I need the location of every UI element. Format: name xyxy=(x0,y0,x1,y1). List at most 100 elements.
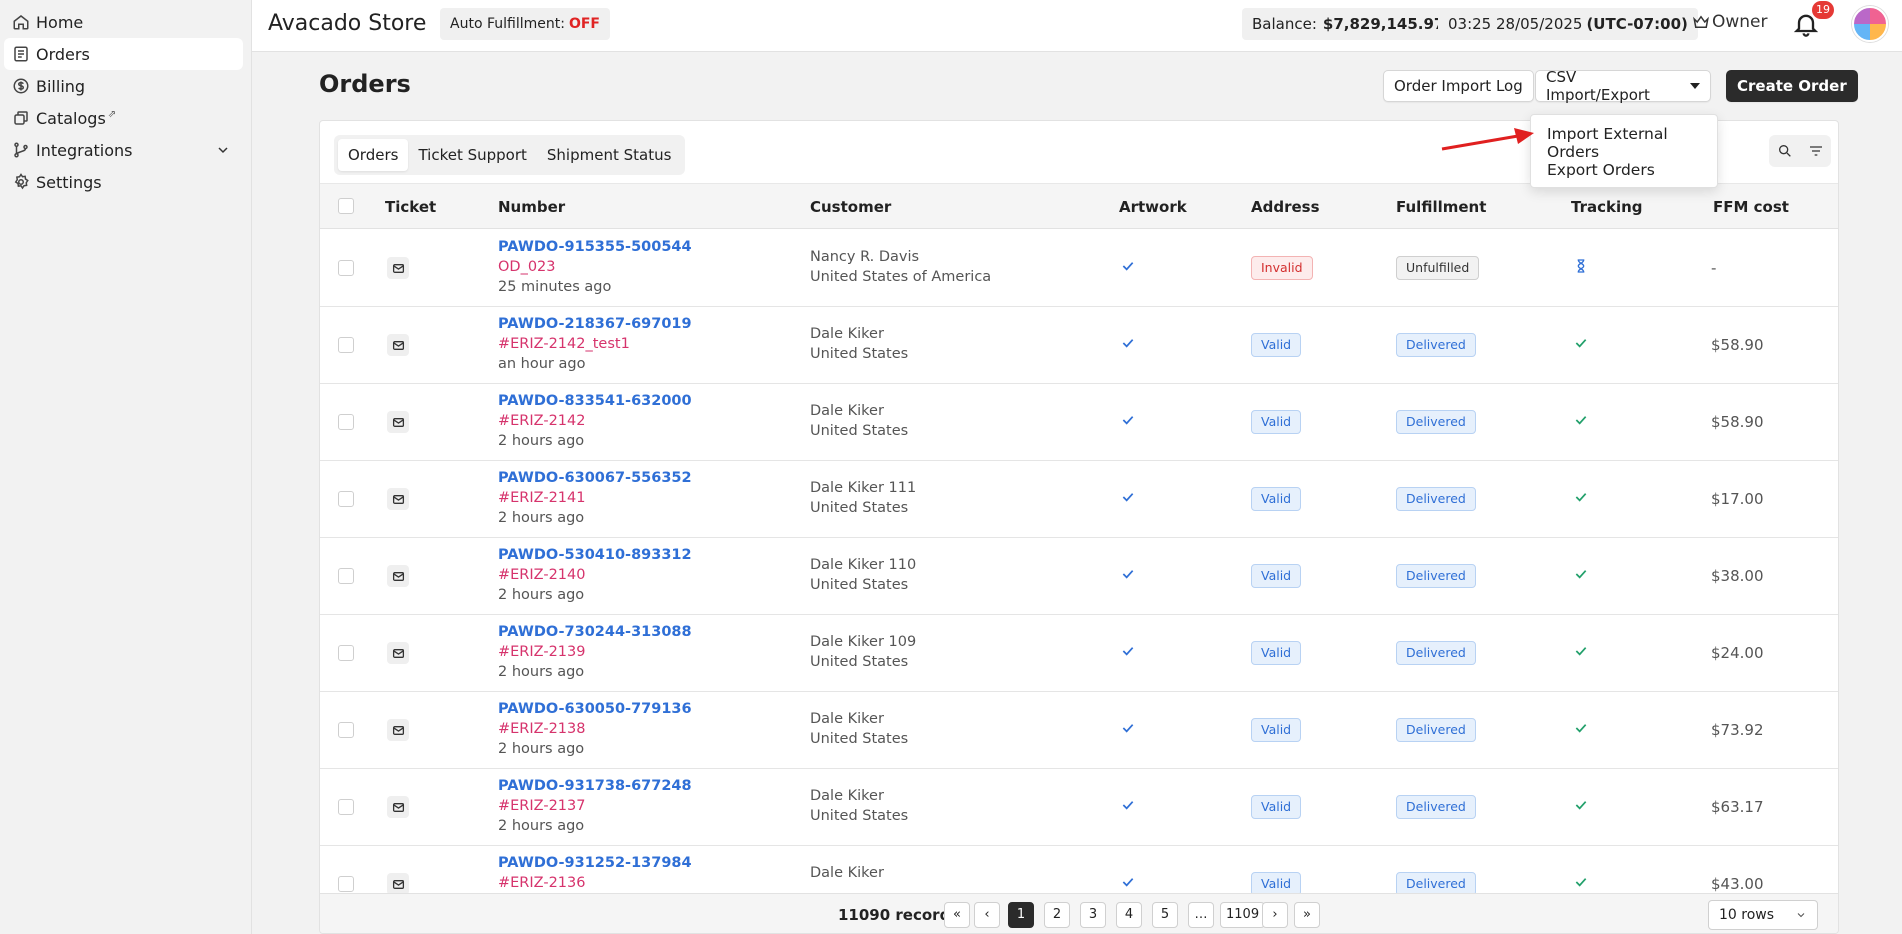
orders-card: Orders Ticket Support Shipment Status Ti… xyxy=(319,120,1839,934)
export-orders-item[interactable]: Export Orders xyxy=(1547,161,1655,179)
row-checkbox[interactable] xyxy=(338,799,354,815)
page-button-1[interactable]: 1 xyxy=(1008,902,1034,928)
page-title: Orders xyxy=(319,70,411,98)
tab-shipment-status[interactable]: Shipment Status xyxy=(537,139,682,171)
column-header-ticket: Ticket xyxy=(385,198,437,216)
table-row[interactable]: PAWDO-833541-632000 #ERIZ-2142 2 hours ago… xyxy=(320,384,1838,461)
tracking-check-icon[interactable] xyxy=(1573,566,1589,582)
order-number-link[interactable]: PAWDO-931738-677248 xyxy=(498,776,692,796)
page-button-2[interactable]: 2 xyxy=(1044,902,1070,928)
tracking-check-icon[interactable] xyxy=(1573,874,1589,890)
customer-cell: Dale Kiker United States xyxy=(810,401,908,441)
table-row[interactable]: PAWDO-630067-556352 #ERIZ-2141 2 hours ago… xyxy=(320,461,1838,538)
order-number-cell: PAWDO-630067-556352 #ERIZ-2141 2 hours ago xyxy=(498,468,692,528)
csv-import-export-button[interactable]: CSV Import/Export xyxy=(1535,68,1711,104)
import-external-orders-item[interactable]: Import External Orders xyxy=(1547,125,1717,161)
tracking-check-icon[interactable] xyxy=(1573,720,1589,736)
select-all-checkbox[interactable] xyxy=(338,198,354,214)
tracking-check-icon[interactable] xyxy=(1573,797,1589,813)
tracking-check-icon[interactable] xyxy=(1573,412,1589,428)
row-checkbox[interactable] xyxy=(338,337,354,353)
table-row[interactable]: PAWDO-730244-313088 #ERIZ-2139 2 hours ago… xyxy=(320,615,1838,692)
top-header: Avacado Store Auto Fulfillment: OFF Bala… xyxy=(252,0,1902,52)
table-row[interactable]: PAWDO-931738-677248 #ERIZ-2137 2 hours ago… xyxy=(320,769,1838,846)
tracking-check-icon[interactable] xyxy=(1573,335,1589,351)
last-page-button[interactable]: » xyxy=(1294,902,1320,928)
order-number-cell: PAWDO-530410-893312 #ERIZ-2140 2 hours ago xyxy=(498,545,692,605)
page-button-3[interactable]: 3 xyxy=(1080,902,1106,928)
customer-cell: Nancy R. Davis United States of America xyxy=(810,247,991,287)
mail-icon[interactable] xyxy=(387,642,409,664)
sidebar-item-catalogs[interactable]: Catalogs ⇗ xyxy=(4,102,243,134)
mail-icon[interactable] xyxy=(387,873,409,895)
page-button-5[interactable]: 5 xyxy=(1152,902,1178,928)
row-checkbox[interactable] xyxy=(338,876,354,892)
order-reference: #ERIZ-2140 xyxy=(498,567,586,583)
column-header-tracking: Tracking xyxy=(1571,198,1643,216)
sidebar-item-integrations[interactable]: Integrations xyxy=(4,134,243,166)
page-button-4[interactable]: 4 xyxy=(1116,902,1142,928)
first-page-button[interactable]: « xyxy=(944,902,970,928)
table-row[interactable]: PAWDO-530410-893312 #ERIZ-2140 2 hours ago… xyxy=(320,538,1838,615)
chevron-down-icon[interactable] xyxy=(215,142,231,158)
rows-per-page-select[interactable]: 10 rows xyxy=(1708,900,1818,930)
mail-icon[interactable] xyxy=(387,257,409,279)
next-page-button[interactable]: › xyxy=(1262,902,1288,928)
create-order-button[interactable]: Create Order xyxy=(1726,70,1858,102)
mail-icon[interactable] xyxy=(387,719,409,741)
page-ellipsis-button[interactable]: … xyxy=(1188,902,1214,928)
mail-icon[interactable] xyxy=(387,334,409,356)
filter-icon[interactable] xyxy=(1808,143,1824,159)
page-button-last[interactable]: 1109 xyxy=(1220,902,1266,928)
sidebar-item-home[interactable]: Home xyxy=(4,6,243,38)
row-checkbox[interactable] xyxy=(338,722,354,738)
catalog-icon xyxy=(12,109,30,127)
row-checkbox[interactable] xyxy=(338,260,354,276)
tracking-check-icon[interactable] xyxy=(1573,489,1589,505)
table-row[interactable]: PAWDO-218367-697019 #ERIZ-2142_test1 an ho… xyxy=(320,307,1838,384)
order-number-link[interactable]: PAWDO-915355-500544 xyxy=(498,237,692,257)
order-number-link[interactable]: PAWDO-530410-893312 xyxy=(498,545,692,565)
column-header-fulfillment: Fulfillment xyxy=(1396,198,1487,216)
row-checkbox[interactable] xyxy=(338,645,354,661)
mail-icon[interactable] xyxy=(387,565,409,587)
order-number-link[interactable]: PAWDO-630050-779136 xyxy=(498,699,692,719)
sidebar-item-orders[interactable]: Orders xyxy=(4,38,243,70)
table-row[interactable]: PAWDO-915355-500544 OD_023 25 minutes ago N… xyxy=(320,230,1838,307)
mail-icon[interactable] xyxy=(387,796,409,818)
order-number-link[interactable]: PAWDO-630067-556352 xyxy=(498,468,692,488)
order-number-cell: PAWDO-931252-137984 #ERIZ-2136 xyxy=(498,853,692,893)
mail-icon[interactable] xyxy=(387,488,409,510)
sidebar-item-settings[interactable]: Settings xyxy=(4,166,243,198)
tracking-check-icon[interactable] xyxy=(1573,643,1589,659)
row-checkbox[interactable] xyxy=(338,414,354,430)
ffm-cost-value: $17.00 xyxy=(1711,490,1764,508)
order-reference: OD_023 xyxy=(498,259,556,275)
mail-icon[interactable] xyxy=(387,411,409,433)
order-reference: #ERIZ-2139 xyxy=(498,644,586,660)
auto-fulfillment-toggle[interactable]: Auto Fulfillment: OFF xyxy=(440,8,610,40)
row-checkbox[interactable] xyxy=(338,568,354,584)
external-link-icon: ⇗ xyxy=(107,108,117,120)
order-number-link[interactable]: PAWDO-730244-313088 xyxy=(498,622,692,642)
hourglass-icon[interactable] xyxy=(1573,258,1589,274)
home-icon xyxy=(12,13,30,31)
order-reference: #ERIZ-2142 xyxy=(498,413,586,429)
tab-orders[interactable]: Orders xyxy=(338,139,409,171)
search-icon[interactable] xyxy=(1777,143,1793,159)
avatar[interactable] xyxy=(1852,6,1888,42)
order-time: 25 minutes ago xyxy=(498,279,612,295)
order-import-log-button[interactable]: Order Import Log xyxy=(1383,70,1534,102)
role-menu[interactable]: Owner xyxy=(1692,12,1768,32)
tab-ticket-support[interactable]: Ticket Support xyxy=(408,139,536,171)
pagination-footer: 11090 records « ‹ 1 2 3 4 5 … 1109 › » 1… xyxy=(320,893,1838,933)
order-number-link[interactable]: PAWDO-931252-137984 xyxy=(498,853,692,873)
sidebar-item-billing[interactable]: Billing xyxy=(4,70,243,102)
row-checkbox[interactable] xyxy=(338,491,354,507)
order-number-link[interactable]: PAWDO-833541-632000 xyxy=(498,391,692,411)
order-number-link[interactable]: PAWDO-218367-697019 xyxy=(498,314,692,334)
table-row[interactable]: PAWDO-630050-779136 #ERIZ-2138 2 hours ago… xyxy=(320,692,1838,769)
prev-page-button[interactable]: ‹ xyxy=(974,902,1000,928)
sidebar: Home Orders Billing Catalogs ⇗ Integrati… xyxy=(0,0,252,934)
customer-cell: Dale Kiker 110 United States xyxy=(810,555,916,595)
